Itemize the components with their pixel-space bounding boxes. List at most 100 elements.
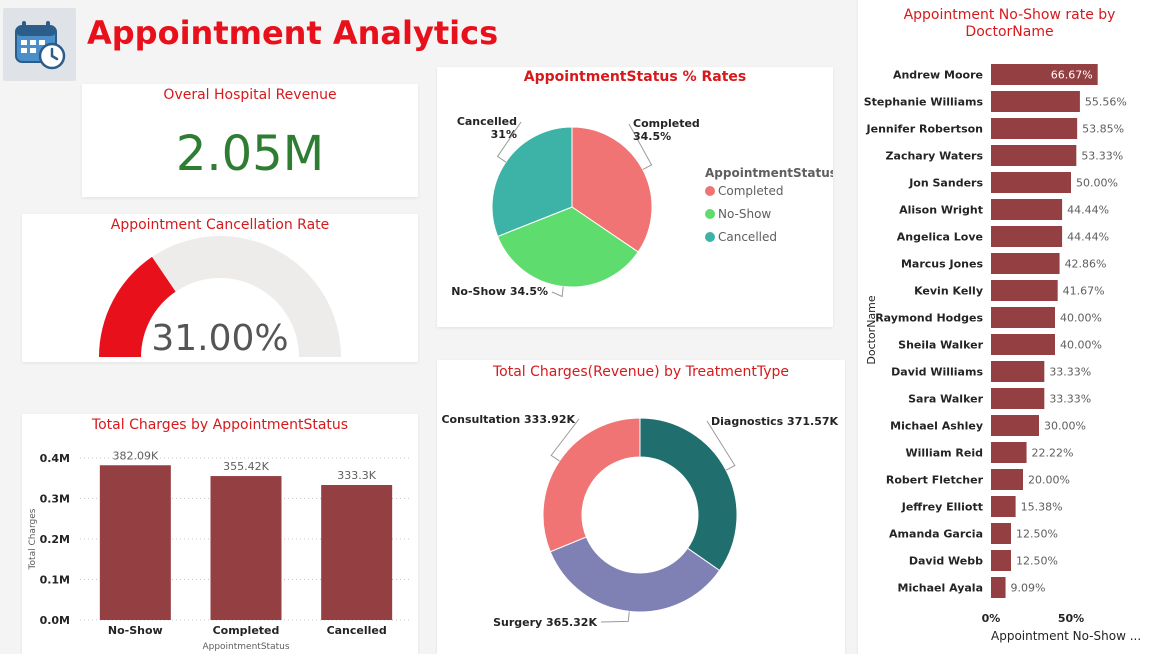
hbar-data-label: 50.00% [1076,177,1118,190]
treatment-donut-card[interactable]: Total Charges(Revenue) by TreatmentType … [437,360,845,654]
hbar-category-label: David Williams [891,366,983,379]
hbar-category-label: Stephanie Williams [864,96,984,109]
hbar-data-label: 66.67% [1051,69,1093,82]
hbar-data-label: 44.44% [1067,231,1109,244]
col-bar [99,465,171,620]
pie-data-label: Completed [633,117,700,130]
hbar-data-label: 22.22% [1032,447,1074,460]
hbar-data-label: 41.67% [1063,285,1105,298]
hbar-bar [991,469,1023,490]
pie-legend-title: AppointmentStatus [705,166,833,180]
col-bar [321,485,393,620]
hbar-bar [991,91,1080,112]
hbar-bar [991,496,1016,517]
revenue-title: Overal Hospital Revenue [163,87,337,103]
hbar-data-label: 42.86% [1065,258,1107,271]
status-pie-card[interactable]: AppointmentStatus % Rates Completed 34.5%… [437,67,833,327]
col-data-label: 333.3K [337,469,376,482]
col-y-tick-label: 0.3M [40,493,70,506]
cancellation-rate-card[interactable]: Appointment Cancellation Rate 31.00% [22,214,418,362]
hbar-x-tick-label: 0% [982,612,1001,625]
hbar-category-label: Robert Fletcher [886,474,984,487]
hbar-data-label: 40.00% [1060,339,1102,352]
status-pie-chart: Completed34.5%No-Show 34.5%Cancelled31%A… [451,115,833,298]
hbar-bar [991,442,1027,463]
treatment-donut-chart: Diagnostics 371.57K Surgery 365.32K Consul… [441,413,839,629]
hbar-category-label: Michael Ayala [898,582,983,595]
hbar-bar [991,388,1045,409]
hbar-data-label: 40.00% [1060,312,1102,325]
donut-data-label: Diagnostics 371.57K [711,415,839,428]
hbar-category-label: Michael Ashley [890,420,983,433]
col-y-tick-label: 0.1M [40,574,70,587]
hbar-bar [991,199,1063,220]
hbar-bar [991,334,1055,355]
cancellation-gauge: 31.00% [99,236,341,359]
col-data-label: 382.09K [112,449,158,462]
hbar-category-label: Angelica Love [897,231,983,244]
pie-data-label: No-Show 34.5% [451,285,548,298]
gauge-value-label: 31.00% [151,318,288,359]
pie-legend-marker [705,232,715,242]
hbar-data-label: 33.33% [1049,366,1091,379]
hbar-x-axis-title: Appointment No-Show ... [991,629,1141,643]
hbar-bar [991,415,1039,436]
hbar-category-label: Sheila Walker [898,339,983,352]
hbar-bar [991,577,1006,598]
noshow-bar-card[interactable]: Appointment No-Show rate by DoctorName A… [858,0,1161,654]
col-bar [210,476,282,620]
hbar-category-label: Marcus Jones [901,258,983,271]
hbar-data-label: 9.09% [1011,582,1046,595]
hbar-category-label: William Reid [905,447,983,460]
hbar-bar [991,523,1011,544]
donut-data-label: Surgery 365.32K [493,616,597,629]
pie-legend-marker [705,209,715,219]
hbar-x-tick-label: 50% [1058,612,1084,625]
hbar-data-label: 55.56% [1085,96,1127,109]
hbar-category-label: Andrew Moore [893,69,983,82]
hbar-data-label: 53.85% [1082,123,1124,136]
hbar-bar [991,145,1077,166]
col-x-tick-label: No-Show [108,624,163,637]
hbar-data-label: 15.38% [1021,501,1063,514]
pie-legend-label: Cancelled [718,230,777,244]
noshow-bar-chart: Andrew Moore 66.67% Stephanie Williams 55.5… [864,64,1141,643]
hbar-y-axis-title: DoctorName [865,295,878,364]
hbar-category-label: Alison Wright [899,204,983,217]
donut-slice [639,417,738,572]
hbar-category-label: Raymond Hodges [875,312,983,325]
hbar-category-label: Kevin Kelly [914,285,983,298]
donut-slice [542,417,641,553]
donut-leader-line [600,611,630,623]
hbar-category-label: Zachary Waters [886,150,984,163]
calendar-clock-icon [3,8,76,81]
pie-legend-label: Completed [718,184,783,198]
hbar-category-label: Sara Walker [908,393,983,406]
col-y-tick-label: 0.0M [40,614,70,627]
hbar-data-label: 33.33% [1049,393,1091,406]
hbar-data-label: 12.50% [1016,528,1058,541]
hbar-bar [991,118,1078,139]
hbar-bar [991,361,1045,382]
hbar-data-label: 12.50% [1016,555,1058,568]
revenue-card[interactable]: Overal Hospital Revenue 2.05M [82,84,418,197]
hbar-category-label: David Webb [909,555,983,568]
calendar-clock-icon-graphic [15,21,66,70]
pie-data-label: Cancelled [457,115,517,128]
page-title: Appointment Analytics [87,14,499,52]
hbar-data-label: 53.33% [1081,150,1123,163]
hbar-bar [991,253,1060,274]
pie-legend-marker [705,186,715,196]
hbar-bar [991,307,1055,328]
col-data-label: 355.42K [223,460,269,473]
pie-legend-label: No-Show [718,207,771,221]
charges-bar-card[interactable]: Total Charges by AppointmentStatus 0.0M 0… [22,414,418,654]
col-y-tick-label: 0.4M [40,452,70,465]
pie-data-label: 34.5% [633,130,671,143]
hbar-bar [991,226,1063,247]
hbar-data-label: 30.00% [1044,420,1086,433]
charges-bar-chart: 0.0M 0.1M 0.2M 0.3M 0.4M 382.09K No-Show 355.42… [28,449,412,652]
hbar-bar [991,172,1071,193]
hbar-category-label: Jennifer Robertson [866,123,983,136]
col-x-axis-title: AppointmentStatus [202,642,289,652]
